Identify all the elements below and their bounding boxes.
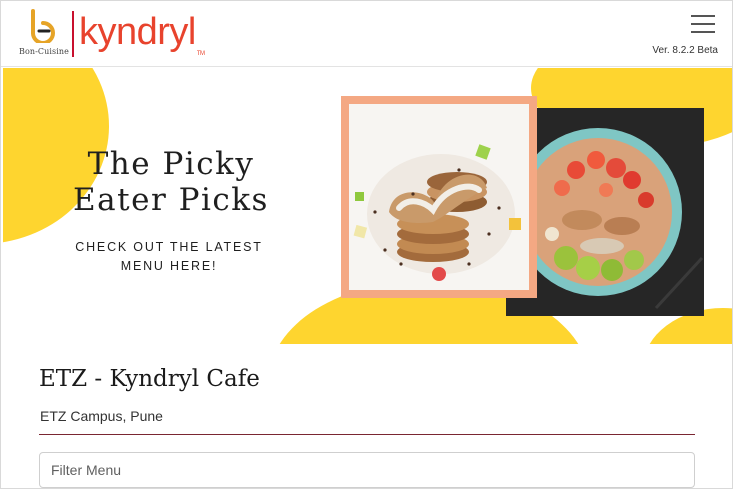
bon-cuisine-logo[interactable]: Bon-Cuisine	[17, 9, 71, 61]
logo-divider	[72, 11, 74, 57]
kyndryl-wordmark-text: kyndryl	[79, 11, 196, 53]
top-header: Bon-Cuisine kyndrylTM Ver. 8.2.2 Beta	[1, 1, 732, 67]
banner-subtitle-line: MENU HERE!	[120, 259, 218, 273]
banner-subtitle-line: CHECK OUT THE LATEST	[75, 240, 263, 254]
section-divider	[39, 434, 695, 435]
kyndryl-logo[interactable]: kyndrylTM	[79, 7, 205, 57]
version-label: Ver. 8.2.2 Beta	[652, 45, 718, 56]
banner-title: The Picky Eater Picks	[41, 146, 301, 218]
app-window: Bon-Cuisine kyndrylTM Ver. 8.2.2 Beta Th…	[0, 0, 733, 489]
banner-title-line: Eater Picks	[73, 182, 269, 218]
filter-menu-input[interactable]	[39, 452, 695, 488]
banner-title-line: The Picky	[87, 146, 255, 182]
pancake-stack-photo	[349, 104, 529, 290]
trademark-mark: TM	[196, 51, 205, 57]
bon-cuisine-logo-icon	[31, 9, 55, 43]
banner-subtitle: CHECK OUT THE LATEST MENU HERE!	[69, 238, 269, 276]
bon-cuisine-label: Bon-Cuisine	[18, 47, 70, 56]
promo-banner[interactable]: The Picky Eater Picks CHECK OUT THE LATE…	[3, 68, 732, 344]
cafe-section: ETZ - Kyndryl Cafe ETZ Campus, Pune	[1, 344, 732, 488]
cafe-name: ETZ - Kyndryl Cafe	[39, 366, 260, 392]
cafe-location: ETZ Campus, Pune	[40, 408, 163, 424]
hamburger-menu-icon[interactable]	[691, 15, 715, 35]
